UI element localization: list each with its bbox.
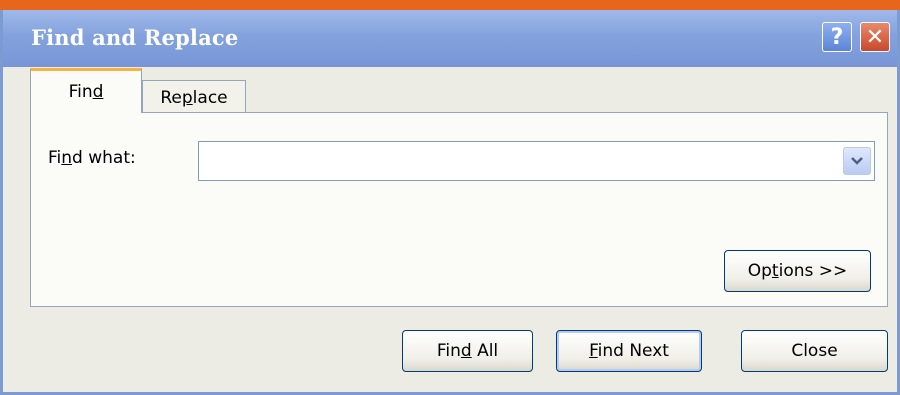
top-accent-strip [0, 0, 900, 10]
find-all-button-label: Find All [436, 341, 499, 361]
find-what-input[interactable] [199, 142, 851, 180]
tab-find[interactable]: Find [30, 68, 142, 113]
find-all-button[interactable]: Find All [402, 330, 533, 372]
find-what-dropdown-button[interactable] [843, 147, 871, 175]
tab-find-label: Find [68, 82, 104, 102]
options-button[interactable]: Options >> [724, 250, 871, 292]
find-what-combobox[interactable] [198, 141, 875, 181]
close-button[interactable]: Close [741, 330, 888, 372]
help-icon: ? [830, 24, 844, 50]
title-bar[interactable]: Find and Replace ? ✕ [3, 10, 897, 67]
help-button[interactable]: ? [822, 22, 852, 52]
window-title: Find and Replace [31, 25, 239, 50]
tab-replace-label: Replace [160, 87, 228, 108]
chevron-down-icon [851, 157, 863, 165]
tab-replace[interactable]: Replace [142, 80, 246, 114]
close-icon: ✕ [865, 24, 885, 50]
find-what-label: Find what: [48, 148, 136, 168]
find-next-button-label: Find Next [589, 341, 669, 361]
find-next-button[interactable]: Find Next [556, 330, 702, 372]
close-window-button[interactable]: ✕ [860, 22, 890, 52]
options-button-label: Options >> [747, 261, 848, 281]
close-button-label: Close [791, 341, 838, 361]
